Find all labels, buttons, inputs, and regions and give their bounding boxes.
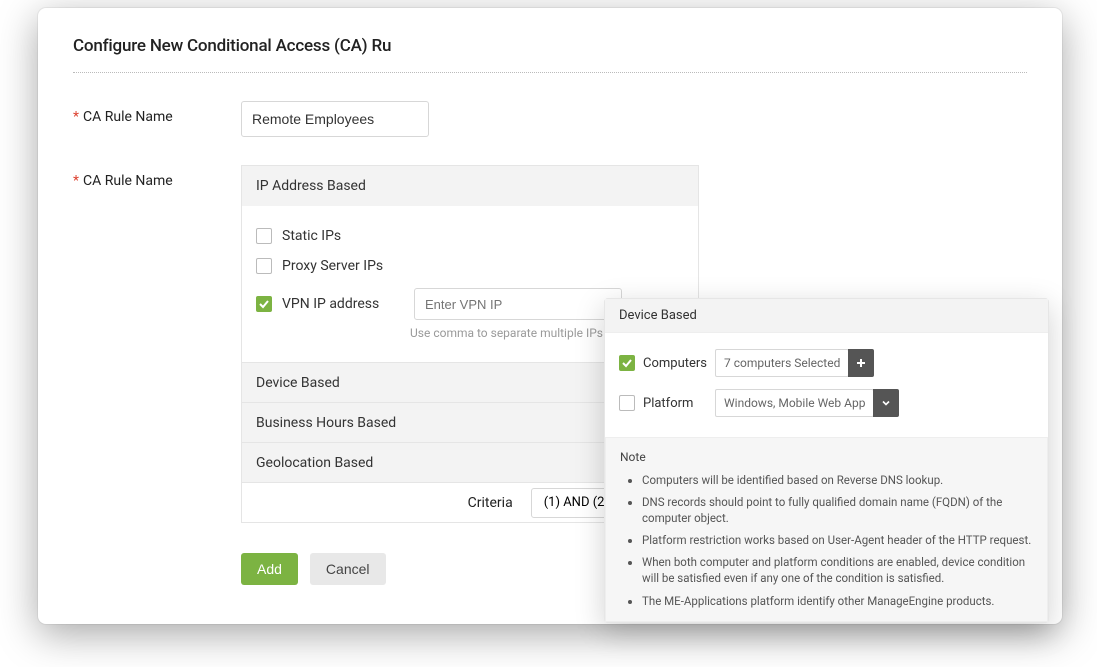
add-computers-button[interactable] xyxy=(848,349,874,377)
divider xyxy=(73,72,1027,73)
option-static-ips: Static IPs xyxy=(256,228,684,244)
page-title: Configure New Conditional Access (CA) Ru xyxy=(73,36,1027,56)
ca-rule-name-input[interactable] xyxy=(241,101,429,137)
label-ca-rule-name-2: *CA Rule Name xyxy=(73,165,241,189)
checkbox-vpn-ip[interactable] xyxy=(256,296,272,312)
note-item: Platform restriction works based on User… xyxy=(642,532,1033,548)
label-static-ips: Static IPs xyxy=(282,228,341,244)
note-item: DNS records should point to fully qualif… xyxy=(642,494,1033,526)
platform-select-display[interactable]: Windows, Mobile Web App xyxy=(715,389,874,417)
add-button[interactable]: Add xyxy=(241,553,298,585)
checkbox-proxy-ips[interactable] xyxy=(256,258,272,274)
criteria-label: Criteria xyxy=(468,495,513,511)
note-heading: Note xyxy=(620,450,1033,464)
popover-row-computers: Computers 7 computers Selected xyxy=(619,349,1034,377)
label-proxy-ips: Proxy Server IPs xyxy=(282,258,383,274)
note-item: When both computer and platform conditio… xyxy=(642,554,1033,586)
note-list: Computers will be identified based on Re… xyxy=(620,472,1033,609)
option-proxy-ips: Proxy Server IPs xyxy=(256,258,684,274)
required-asterisk: * xyxy=(73,109,79,125)
section-ip-address-based[interactable]: IP Address Based xyxy=(242,166,698,206)
platform-dropdown-button[interactable] xyxy=(873,389,899,417)
label-platform: Platform xyxy=(643,396,693,411)
required-asterisk: * xyxy=(73,173,79,189)
cancel-button[interactable]: Cancel xyxy=(310,553,386,585)
popover-body: Computers 7 computers Selected Platform … xyxy=(605,333,1048,437)
row-rule-name: *CA Rule Name xyxy=(73,101,1027,137)
checkbox-static-ips[interactable] xyxy=(256,228,272,244)
checkbox-platform[interactable] xyxy=(619,395,635,411)
label-ca-rule-name: *CA Rule Name xyxy=(73,101,241,125)
popover-row-platform: Platform Windows, Mobile Web App xyxy=(619,389,1034,417)
label-vpn-ip: VPN IP address xyxy=(282,296,400,312)
popover-title: Device Based xyxy=(605,299,1048,333)
popover-note-box: Note Computers will be identified based … xyxy=(605,437,1048,622)
label-computers: Computers xyxy=(643,356,707,371)
checkbox-computers[interactable] xyxy=(619,355,635,371)
note-item: The ME-Applications platform identify ot… xyxy=(642,593,1033,609)
vpn-ip-input[interactable] xyxy=(414,288,622,320)
device-based-popover: Device Based Computers 7 computers Selec… xyxy=(604,298,1049,623)
computers-selected-display[interactable]: 7 computers Selected xyxy=(715,349,849,377)
note-item: Computers will be identified based on Re… xyxy=(642,472,1033,488)
